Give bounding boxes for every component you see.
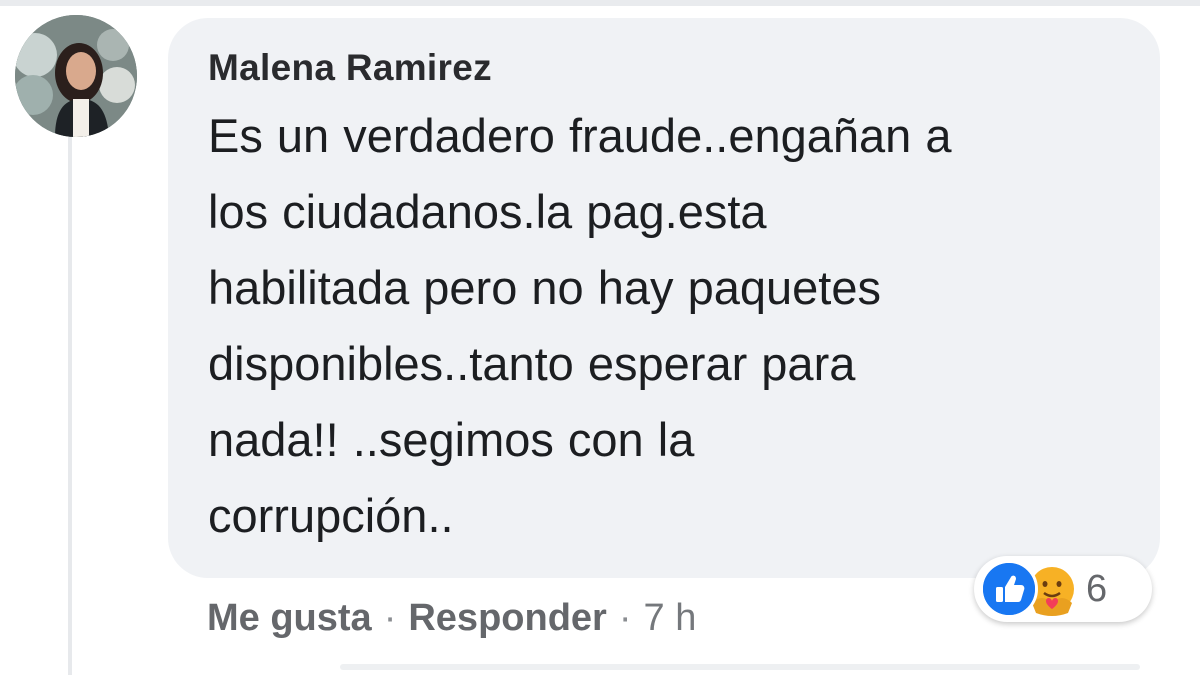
like-icon	[980, 560, 1038, 618]
comment-text: Es un verdadero fraude..engañan a los ci…	[208, 98, 1128, 554]
reaction-count: 6	[1086, 567, 1108, 610]
avatar[interactable]	[15, 15, 137, 137]
top-divider	[0, 0, 1200, 6]
separator-dot: ·	[618, 596, 632, 639]
like-button[interactable]: Me gusta	[207, 597, 372, 640]
thread-connector-line	[68, 130, 72, 675]
comment-text-line: habilitada pero no hay paquetes	[208, 261, 881, 314]
next-comment-edge	[340, 664, 1140, 670]
comment-text-line: nada!! ..segimos con la	[208, 413, 695, 466]
comment-text-line: Es un verdadero fraude..engañan a	[208, 109, 952, 162]
avatar-photo	[15, 15, 137, 137]
reply-button[interactable]: Responder	[408, 597, 606, 640]
comment-screenshot: Malena Ramirez Es un verdadero fraude..e…	[0, 0, 1200, 675]
comment-text-line: corrupción..	[208, 489, 454, 542]
comment-author-name[interactable]: Malena Ramirez	[208, 44, 1120, 92]
comment-text-line: los ciudadanos.la pag.esta	[208, 185, 767, 238]
separator-dot: ·	[383, 596, 397, 639]
comment-timestamp[interactable]: 7 h	[644, 597, 697, 640]
comment-actions: Me gusta · Responder · 7 h	[207, 592, 696, 644]
comment-text-line: disponibles..tanto esperar para	[208, 337, 856, 390]
reactions-summary[interactable]: 6	[974, 556, 1152, 622]
comment-bubble: Malena Ramirez Es un verdadero fraude..e…	[168, 18, 1160, 578]
